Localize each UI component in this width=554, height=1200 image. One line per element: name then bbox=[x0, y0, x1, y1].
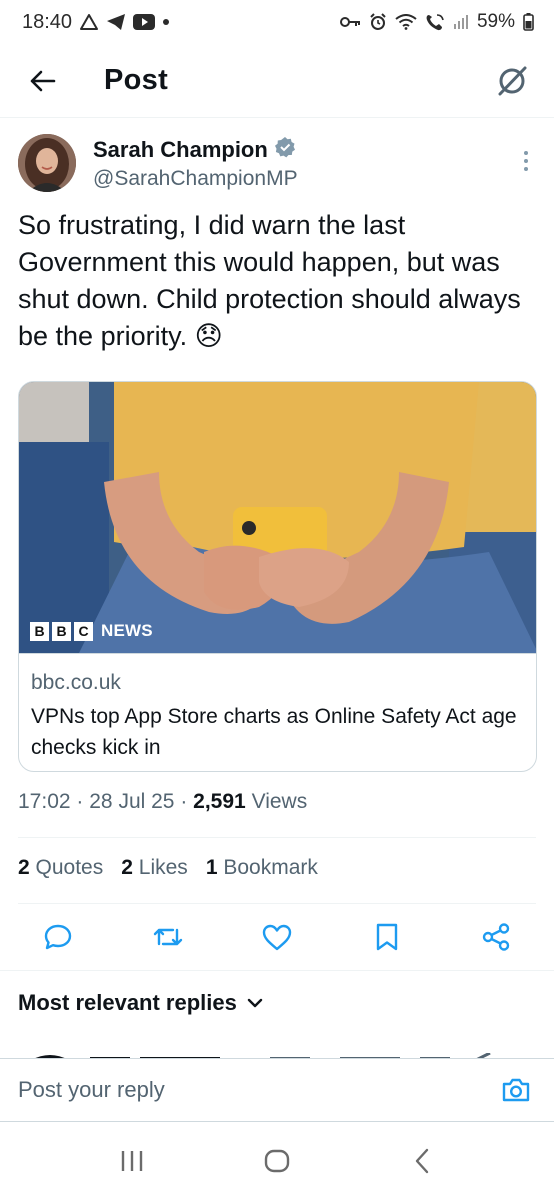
reply-input[interactable] bbox=[18, 1077, 496, 1103]
action-bar bbox=[18, 914, 536, 960]
divider bbox=[18, 903, 536, 904]
reply-icon bbox=[44, 924, 72, 950]
share-button[interactable] bbox=[478, 919, 514, 955]
status-time: 18:40 bbox=[22, 10, 73, 33]
bookmarks-stat[interactable]: 1 Bookmark bbox=[206, 856, 318, 880]
signal-icon bbox=[453, 14, 469, 30]
camera-icon bbox=[502, 1078, 530, 1102]
bookmark-icon bbox=[376, 923, 397, 951]
bbc-letter: C bbox=[74, 621, 93, 641]
camera-button[interactable] bbox=[496, 1070, 536, 1110]
author-name[interactable]: Sarah Champion bbox=[93, 137, 268, 163]
system-back-button[interactable] bbox=[392, 1136, 452, 1186]
wifi-calling-icon bbox=[425, 13, 445, 31]
chevron-left-icon bbox=[415, 1148, 428, 1174]
grok-icon bbox=[498, 66, 527, 95]
post-time: 17:02 bbox=[18, 790, 71, 813]
battery-percent: 59% bbox=[476, 11, 515, 32]
quotes-count: 2 bbox=[18, 856, 30, 879]
link-preview-card[interactable]: B B C NEWS bbc.co.uk VPNs top App Store … bbox=[18, 381, 537, 772]
verified-badge-icon bbox=[274, 136, 296, 163]
more-options-button[interactable] bbox=[514, 146, 538, 176]
grok-button[interactable] bbox=[492, 61, 532, 101]
bookmarks-count: 1 bbox=[205, 856, 218, 879]
retweet-icon bbox=[153, 928, 182, 946]
post-text: So frustrating, I did warn the last Gove… bbox=[18, 210, 521, 351]
bbc-letter: B bbox=[30, 621, 49, 641]
quotes-stat[interactable]: 2 Quotes bbox=[18, 856, 103, 880]
post-date: 28 Jul 25 bbox=[89, 790, 175, 813]
page-title: Post bbox=[104, 64, 169, 96]
divider bbox=[18, 837, 536, 838]
home-icon bbox=[264, 1149, 290, 1173]
arrow-left-icon bbox=[30, 70, 56, 91]
replies-sort-dropdown[interactable]: Most relevant replies bbox=[18, 990, 263, 1016]
wifi-icon bbox=[395, 14, 417, 30]
more-vertical-icon bbox=[524, 151, 528, 171]
status-bar: 18:40 59% bbox=[0, 0, 554, 44]
views-count: 2,591 bbox=[193, 790, 246, 813]
battery-icon bbox=[523, 13, 534, 31]
bookmarks-label: Bookmark bbox=[223, 856, 318, 879]
recent-apps-icon bbox=[122, 1151, 143, 1171]
alert-triangle-icon bbox=[79, 13, 99, 31]
telegram-icon bbox=[106, 13, 126, 31]
back-button[interactable] bbox=[22, 61, 62, 101]
like-icon bbox=[262, 924, 292, 951]
views-label: Views bbox=[251, 790, 308, 813]
like-button[interactable] bbox=[259, 919, 295, 955]
dot-icon bbox=[162, 18, 170, 26]
bbc-news-text: NEWS bbox=[101, 621, 153, 640]
card-title: VPNs top App Store charts as Online Safe… bbox=[31, 705, 517, 759]
bbc-news-badge: B B C NEWS bbox=[30, 621, 153, 641]
quotes-label: Quotes bbox=[35, 856, 104, 879]
likes-stat[interactable]: 2 Likes bbox=[121, 856, 188, 880]
author-handle[interactable]: @SarahChampionMP bbox=[93, 167, 298, 191]
youtube-icon bbox=[133, 14, 156, 30]
engagement-stats: 2 Quotes 2 Likes 1 Bookmark bbox=[18, 856, 318, 880]
home-button[interactable] bbox=[247, 1136, 307, 1186]
divider bbox=[0, 970, 554, 971]
card-body[interactable]: bbc.co.uk VPNs top App Store charts as O… bbox=[19, 653, 536, 763]
likes-count: 2 bbox=[121, 856, 133, 879]
likes-label: Likes bbox=[138, 856, 188, 879]
bbc-letter: B bbox=[52, 621, 71, 641]
chevron-down-icon bbox=[247, 998, 263, 1008]
top-app-bar: Post bbox=[0, 44, 554, 118]
retweet-button[interactable] bbox=[150, 919, 186, 955]
meta-separator: · bbox=[180, 790, 188, 813]
alarm-icon bbox=[369, 13, 387, 31]
system-navigation-bar bbox=[0, 1122, 554, 1200]
reply-button[interactable] bbox=[40, 919, 76, 955]
author-row: Sarah Champion @SarahChampionMP bbox=[18, 134, 538, 198]
reply-composer-bar bbox=[0, 1058, 554, 1122]
bookmark-button[interactable] bbox=[369, 919, 405, 955]
share-icon bbox=[482, 923, 510, 951]
post-meta: 17:02 · 28 Jul 25 · 2,591 Views bbox=[18, 790, 307, 814]
card-image[interactable]: B B C NEWS bbox=[19, 382, 536, 653]
recent-apps-button[interactable] bbox=[102, 1136, 162, 1186]
avatar[interactable] bbox=[18, 134, 76, 192]
meta-separator: · bbox=[76, 790, 84, 813]
key-icon bbox=[339, 15, 361, 29]
card-domain: bbc.co.uk bbox=[31, 671, 121, 694]
replies-sort-label: Most relevant replies bbox=[18, 990, 237, 1015]
